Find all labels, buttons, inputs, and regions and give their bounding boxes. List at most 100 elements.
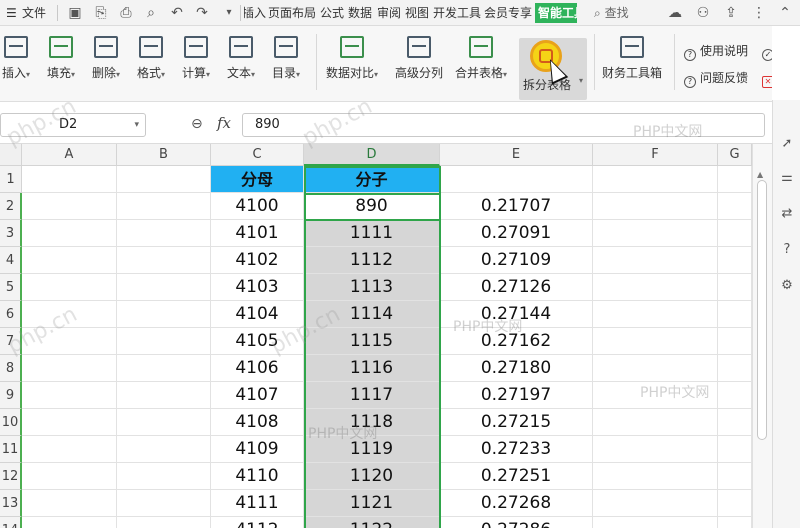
cell-b1[interactable] bbox=[117, 166, 211, 193]
renew-link[interactable]: ✓续费 bbox=[762, 42, 772, 61]
cell-e14[interactable]: 0.27286 bbox=[440, 517, 593, 528]
cell-c14[interactable]: 4112 bbox=[211, 517, 304, 528]
scroll-up-icon[interactable]: ▲ bbox=[757, 170, 763, 179]
cell-g2[interactable] bbox=[718, 193, 752, 220]
fx-icon[interactable]: fx bbox=[217, 114, 231, 132]
format-button[interactable]: 格式▾ bbox=[137, 36, 165, 81]
menu-tab-formulas[interactable]: 公式 bbox=[320, 0, 344, 26]
close-toolbox-link[interactable]: ✕关闭 bbox=[762, 69, 772, 88]
cell-f7[interactable] bbox=[593, 328, 718, 355]
cell-d14[interactable]: 1122 bbox=[304, 517, 440, 528]
menu-tab-review[interactable]: 审阅 bbox=[377, 0, 401, 26]
row-header[interactable]: 10 bbox=[0, 409, 22, 436]
cell-a3[interactable] bbox=[22, 220, 117, 247]
cell-c4[interactable]: 4102 bbox=[211, 247, 304, 274]
cell-e13[interactable]: 0.27268 bbox=[440, 490, 593, 517]
cell-d4[interactable]: 1112 bbox=[304, 247, 440, 274]
property-sliders-icon[interactable]: ⚌ bbox=[779, 170, 795, 186]
print-icon[interactable]: ⎙ bbox=[117, 4, 135, 22]
more-icon[interactable]: ⋮ bbox=[750, 4, 768, 22]
cell-e8[interactable]: 0.27180 bbox=[440, 355, 593, 382]
cell-g9[interactable] bbox=[718, 382, 752, 409]
advanced-split-button[interactable]: 高级分列 bbox=[395, 36, 443, 81]
cell-c3[interactable]: 4101 bbox=[211, 220, 304, 247]
undo-icon[interactable]: ↶ bbox=[168, 4, 186, 22]
chevron-down-icon[interactable]: ▾ bbox=[134, 114, 139, 136]
cell-a11[interactable] bbox=[22, 436, 117, 463]
cell-e4[interactable]: 0.27109 bbox=[440, 247, 593, 274]
cell-e1[interactable] bbox=[440, 166, 593, 193]
cell-c11[interactable]: 4109 bbox=[211, 436, 304, 463]
spreadsheet-grid[interactable]: A B C D E F G 1 分母 分子 2 4100 890 0.21707 3 4101 1111 0.27… bbox=[0, 144, 752, 528]
cell-g13[interactable] bbox=[718, 490, 752, 517]
data-compare-button[interactable]: 数据对比▾ bbox=[326, 36, 378, 81]
cell-c2[interactable]: 4100 bbox=[211, 193, 304, 220]
export-icon[interactable]: ⎘ bbox=[92, 4, 110, 22]
cell-b4[interactable] bbox=[117, 247, 211, 274]
column-header-a[interactable]: A bbox=[22, 144, 117, 166]
cell-g8[interactable] bbox=[718, 355, 752, 382]
cell-d12[interactable]: 1120 bbox=[304, 463, 440, 490]
menu-tab-developer[interactable]: 开发工具 bbox=[433, 0, 481, 26]
row-header[interactable]: 2 bbox=[0, 193, 22, 220]
cell-g5[interactable] bbox=[718, 274, 752, 301]
cell-c10[interactable]: 4108 bbox=[211, 409, 304, 436]
row-header[interactable]: 11 bbox=[0, 436, 22, 463]
collapse-ribbon-icon[interactable]: ⌃ bbox=[776, 4, 794, 22]
scrollbar-thumb[interactable] bbox=[757, 180, 767, 440]
cell-f1[interactable] bbox=[593, 166, 718, 193]
cell-c8[interactable]: 4106 bbox=[211, 355, 304, 382]
menu-tab-view[interactable]: 视图 bbox=[405, 0, 429, 26]
cell-d13[interactable]: 1121 bbox=[304, 490, 440, 517]
cell-g6[interactable] bbox=[718, 301, 752, 328]
calculate-button[interactable]: 计算▾ bbox=[182, 36, 210, 81]
row-header[interactable]: 1 bbox=[0, 166, 22, 193]
cell-e9[interactable]: 0.27197 bbox=[440, 382, 593, 409]
cell-f2[interactable] bbox=[593, 193, 718, 220]
cell-f12[interactable] bbox=[593, 463, 718, 490]
cell-b8[interactable] bbox=[117, 355, 211, 382]
zoom-icon[interactable]: ⊖ bbox=[191, 116, 203, 132]
cell-d3[interactable]: 1111 bbox=[304, 220, 440, 247]
transform-icon[interactable]: ⇄ bbox=[779, 206, 795, 222]
cell-e10[interactable]: 0.27215 bbox=[440, 409, 593, 436]
menu-tab-insert[interactable]: 插入 bbox=[244, 0, 266, 26]
cell-a14[interactable] bbox=[22, 517, 117, 528]
menu-tab-member[interactable]: 会员专享 bbox=[484, 0, 532, 26]
help-link[interactable]: ? 使用说明 bbox=[684, 42, 748, 61]
cell-e2[interactable]: 0.21707 bbox=[440, 193, 593, 220]
row-header[interactable]: 8 bbox=[0, 355, 22, 382]
cell-a2[interactable] bbox=[22, 193, 117, 220]
cell-e11[interactable]: 0.27233 bbox=[440, 436, 593, 463]
column-header-f[interactable]: F bbox=[593, 144, 718, 166]
cell-g3[interactable] bbox=[718, 220, 752, 247]
insert-button[interactable]: 插入▾ bbox=[2, 36, 30, 81]
cell-e3[interactable]: 0.27091 bbox=[440, 220, 593, 247]
vertical-scrollbar[interactable]: ▲ bbox=[752, 144, 772, 528]
menu-file[interactable]: 文件 bbox=[22, 0, 46, 26]
collaborate-icon[interactable]: ⚇ bbox=[694, 4, 712, 22]
row-header[interactable]: 9 bbox=[0, 382, 22, 409]
cell-b7[interactable] bbox=[117, 328, 211, 355]
row-header[interactable]: 14 bbox=[0, 517, 22, 528]
menu-hamburger-icon[interactable]: ☰ bbox=[6, 0, 17, 26]
cell-d9[interactable]: 1117 bbox=[304, 382, 440, 409]
cell-g10[interactable] bbox=[718, 409, 752, 436]
cloud-sync-icon[interactable]: ☁ bbox=[666, 4, 684, 22]
cell-b12[interactable] bbox=[117, 463, 211, 490]
cell-f11[interactable] bbox=[593, 436, 718, 463]
customize-toolbar-icon[interactable]: ▾ bbox=[220, 4, 238, 22]
cell-c12[interactable]: 4110 bbox=[211, 463, 304, 490]
cell-e5[interactable]: 0.27126 bbox=[440, 274, 593, 301]
cell-a8[interactable] bbox=[22, 355, 117, 382]
cell-f13[interactable] bbox=[593, 490, 718, 517]
text-button[interactable]: 文本▾ bbox=[227, 36, 255, 81]
cell-g1[interactable] bbox=[718, 166, 752, 193]
cell-d8[interactable]: 1116 bbox=[304, 355, 440, 382]
settings-icon[interactable]: ⚙ bbox=[779, 278, 795, 294]
save-icon[interactable]: ▣ bbox=[66, 4, 84, 22]
column-header-c[interactable]: C bbox=[211, 144, 304, 166]
row-header[interactable]: 4 bbox=[0, 247, 22, 274]
cell-f5[interactable] bbox=[593, 274, 718, 301]
menu-tab-page-layout[interactable]: 页面布局 bbox=[268, 0, 316, 26]
